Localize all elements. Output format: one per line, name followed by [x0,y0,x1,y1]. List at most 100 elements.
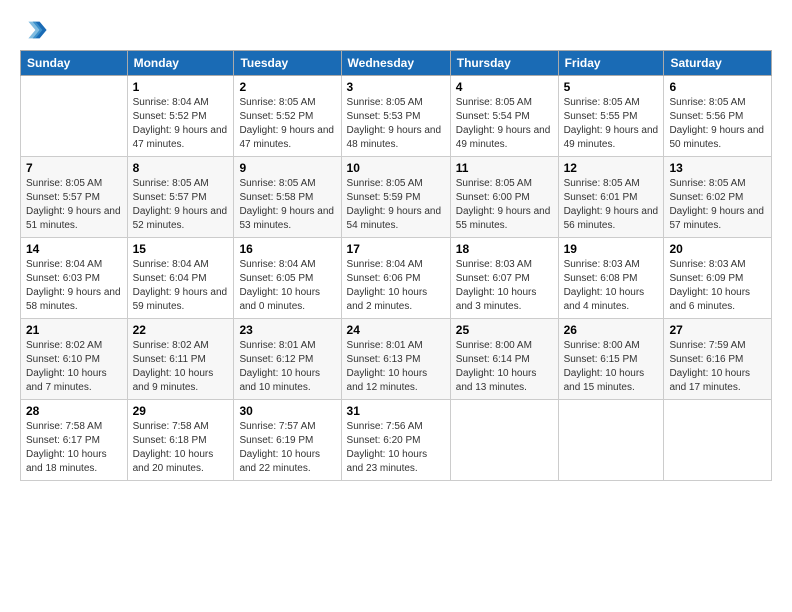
calendar-cell: 20 Sunrise: 8:03 AM Sunset: 6:09 PM Dayl… [664,238,772,319]
sunrise-text: Sunrise: 8:03 AM [456,258,553,272]
calendar-cell: 6 Sunrise: 8:05 AM Sunset: 5:56 PM Dayli… [664,76,772,157]
calendar-cell: 1 Sunrise: 8:04 AM Sunset: 5:52 PM Dayli… [127,76,234,157]
sunrise-text: Sunrise: 7:58 AM [26,420,122,434]
sunrise-text: Sunrise: 7:57 AM [239,420,335,434]
day-number: 16 [239,242,335,256]
daylight-text: Daylight: 10 hours and 22 minutes. [239,448,335,476]
sunset-text: Sunset: 6:20 PM [347,434,445,448]
day-number: 19 [564,242,659,256]
day-number: 23 [239,323,335,337]
day-number: 4 [456,80,553,94]
day-number: 30 [239,404,335,418]
sunset-text: Sunset: 6:12 PM [239,353,335,367]
calendar-day-header: Tuesday [234,51,341,76]
day-number: 1 [133,80,229,94]
sunset-text: Sunset: 5:52 PM [239,110,335,124]
day-info: Sunrise: 8:05 AM Sunset: 5:54 PM Dayligh… [456,96,553,152]
day-number: 15 [133,242,229,256]
sunset-text: Sunset: 6:05 PM [239,272,335,286]
calendar-day-header: Monday [127,51,234,76]
calendar-cell: 13 Sunrise: 8:05 AM Sunset: 6:02 PM Dayl… [664,157,772,238]
daylight-text: Daylight: 10 hours and 3 minutes. [456,286,553,314]
calendar-cell [558,400,664,481]
day-info: Sunrise: 8:01 AM Sunset: 6:13 PM Dayligh… [347,339,445,395]
sunrise-text: Sunrise: 8:05 AM [133,177,229,191]
sunrise-text: Sunrise: 8:05 AM [669,96,766,110]
sunset-text: Sunset: 5:57 PM [26,191,122,205]
daylight-text: Daylight: 10 hours and 23 minutes. [347,448,445,476]
calendar-cell: 3 Sunrise: 8:05 AM Sunset: 5:53 PM Dayli… [341,76,450,157]
calendar-cell: 10 Sunrise: 8:05 AM Sunset: 5:59 PM Dayl… [341,157,450,238]
day-info: Sunrise: 8:00 AM Sunset: 6:15 PM Dayligh… [564,339,659,395]
daylight-text: Daylight: 10 hours and 17 minutes. [669,367,766,395]
calendar-cell: 9 Sunrise: 8:05 AM Sunset: 5:58 PM Dayli… [234,157,341,238]
sunset-text: Sunset: 6:15 PM [564,353,659,367]
sunrise-text: Sunrise: 7:59 AM [669,339,766,353]
daylight-text: Daylight: 10 hours and 18 minutes. [26,448,122,476]
sunrise-text: Sunrise: 8:05 AM [456,96,553,110]
sunrise-text: Sunrise: 8:05 AM [669,177,766,191]
sunset-text: Sunset: 5:55 PM [564,110,659,124]
day-info: Sunrise: 7:56 AM Sunset: 6:20 PM Dayligh… [347,420,445,476]
sunset-text: Sunset: 6:11 PM [133,353,229,367]
sunset-text: Sunset: 6:18 PM [133,434,229,448]
sunset-text: Sunset: 6:14 PM [456,353,553,367]
day-number: 13 [669,161,766,175]
day-number: 8 [133,161,229,175]
day-info: Sunrise: 7:57 AM Sunset: 6:19 PM Dayligh… [239,420,335,476]
daylight-text: Daylight: 10 hours and 7 minutes. [26,367,122,395]
sunrise-text: Sunrise: 8:05 AM [564,177,659,191]
sunrise-text: Sunrise: 7:58 AM [133,420,229,434]
calendar-week-row: 1 Sunrise: 8:04 AM Sunset: 5:52 PM Dayli… [21,76,772,157]
daylight-text: Daylight: 9 hours and 50 minutes. [669,124,766,152]
calendar-cell [21,76,128,157]
calendar-cell: 18 Sunrise: 8:03 AM Sunset: 6:07 PM Dayl… [450,238,558,319]
daylight-text: Daylight: 10 hours and 6 minutes. [669,286,766,314]
day-number: 11 [456,161,553,175]
calendar-week-row: 7 Sunrise: 8:05 AM Sunset: 5:57 PM Dayli… [21,157,772,238]
daylight-text: Daylight: 9 hours and 48 minutes. [347,124,445,152]
sunset-text: Sunset: 5:52 PM [133,110,229,124]
day-info: Sunrise: 8:04 AM Sunset: 6:05 PM Dayligh… [239,258,335,314]
day-number: 3 [347,80,445,94]
daylight-text: Daylight: 9 hours and 53 minutes. [239,205,335,233]
calendar-day-header: Friday [558,51,664,76]
daylight-text: Daylight: 9 hours and 49 minutes. [564,124,659,152]
day-number: 6 [669,80,766,94]
day-number: 28 [26,404,122,418]
sunset-text: Sunset: 6:13 PM [347,353,445,367]
day-number: 5 [564,80,659,94]
sunset-text: Sunset: 6:03 PM [26,272,122,286]
day-number: 27 [669,323,766,337]
day-info: Sunrise: 8:05 AM Sunset: 5:58 PM Dayligh… [239,177,335,233]
daylight-text: Daylight: 9 hours and 56 minutes. [564,205,659,233]
day-info: Sunrise: 8:05 AM Sunset: 5:53 PM Dayligh… [347,96,445,152]
day-info: Sunrise: 8:04 AM Sunset: 6:06 PM Dayligh… [347,258,445,314]
day-info: Sunrise: 8:05 AM Sunset: 5:52 PM Dayligh… [239,96,335,152]
daylight-text: Daylight: 10 hours and 20 minutes. [133,448,229,476]
day-number: 24 [347,323,445,337]
calendar-cell: 23 Sunrise: 8:01 AM Sunset: 6:12 PM Dayl… [234,319,341,400]
calendar-week-row: 28 Sunrise: 7:58 AM Sunset: 6:17 PM Dayl… [21,400,772,481]
header [20,16,772,44]
sunrise-text: Sunrise: 8:05 AM [456,177,553,191]
calendar-cell: 21 Sunrise: 8:02 AM Sunset: 6:10 PM Dayl… [21,319,128,400]
day-info: Sunrise: 8:03 AM Sunset: 6:09 PM Dayligh… [669,258,766,314]
daylight-text: Daylight: 10 hours and 15 minutes. [564,367,659,395]
daylight-text: Daylight: 9 hours and 47 minutes. [133,124,229,152]
calendar-cell: 24 Sunrise: 8:01 AM Sunset: 6:13 PM Dayl… [341,319,450,400]
daylight-text: Daylight: 9 hours and 58 minutes. [26,286,122,314]
calendar-cell: 25 Sunrise: 8:00 AM Sunset: 6:14 PM Dayl… [450,319,558,400]
calendar-cell: 29 Sunrise: 7:58 AM Sunset: 6:18 PM Dayl… [127,400,234,481]
day-number: 2 [239,80,335,94]
sunrise-text: Sunrise: 8:05 AM [347,96,445,110]
day-info: Sunrise: 8:03 AM Sunset: 6:07 PM Dayligh… [456,258,553,314]
sunset-text: Sunset: 6:08 PM [564,272,659,286]
sunset-text: Sunset: 6:19 PM [239,434,335,448]
calendar-day-header: Wednesday [341,51,450,76]
day-number: 7 [26,161,122,175]
sunset-text: Sunset: 5:58 PM [239,191,335,205]
sunrise-text: Sunrise: 8:05 AM [564,96,659,110]
sunrise-text: Sunrise: 8:03 AM [564,258,659,272]
daylight-text: Daylight: 9 hours and 51 minutes. [26,205,122,233]
